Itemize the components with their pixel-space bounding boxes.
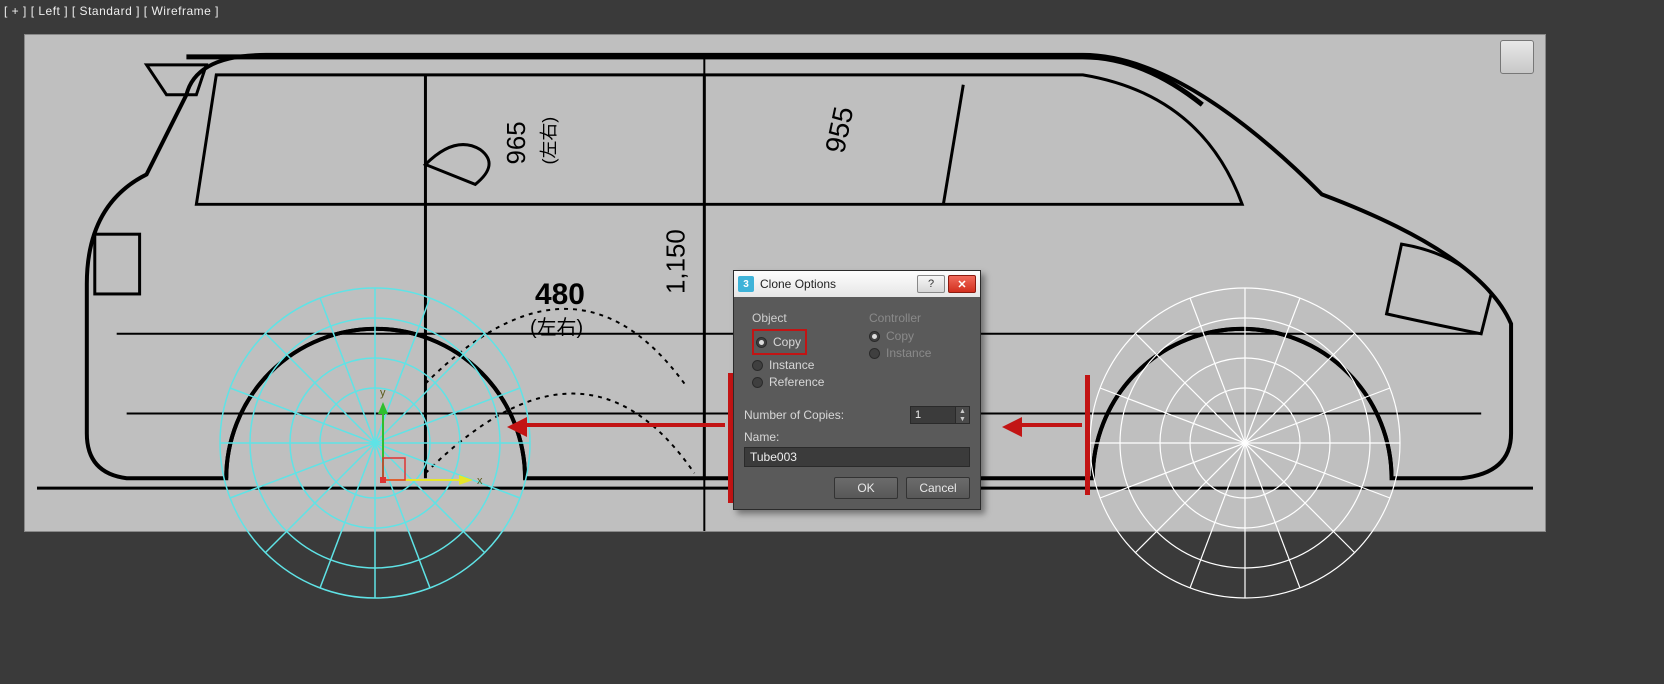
dim-480-sub: (左右) <box>530 316 583 339</box>
guide-bar-right <box>1085 375 1090 495</box>
viewport-menu-plus[interactable]: [ + ] <box>4 4 27 18</box>
radio-reference[interactable]: Reference <box>752 375 845 389</box>
dim-955: 955 <box>819 104 859 156</box>
spinner-up-icon[interactable]: ▲ <box>955 407 969 415</box>
radio-copy[interactable]: Copy <box>756 335 801 349</box>
ok-button[interactable]: OK <box>834 477 898 499</box>
ok-label: OK <box>857 481 874 495</box>
radio-dot-icon <box>756 337 767 348</box>
help-button[interactable]: ? <box>917 275 945 293</box>
spinner-down-icon[interactable]: ▼ <box>955 415 969 423</box>
svg-text:y: y <box>380 390 386 399</box>
radio-dot-icon <box>752 377 763 388</box>
num-copies-label: Number of Copies: <box>744 408 844 422</box>
wheel-wireframe[interactable] <box>1085 283 1405 603</box>
viewport-menu-view[interactable]: [ Left ] <box>31 4 68 18</box>
radio-instance-label: Instance <box>769 358 814 372</box>
dialog-title: Clone Options <box>760 277 836 291</box>
guide-arrow-left <box>515 423 725 427</box>
object-group: Object Copy Instance Reference <box>744 305 853 400</box>
clone-options-dialog: 3 Clone Options ? ✕ Object Copy Instance <box>733 270 981 510</box>
radio-dot-icon <box>869 331 880 342</box>
radio-copy-label: Copy <box>773 335 801 349</box>
svg-text:x: x <box>477 475 483 487</box>
name-input[interactable] <box>744 447 970 467</box>
radio-ctrl-instance-label: Instance <box>886 346 931 360</box>
viewport-menu-shading-mode[interactable]: [ Standard ] <box>72 4 140 18</box>
close-button[interactable]: ✕ <box>948 275 976 293</box>
controller-group: Controller Copy Instance <box>861 305 970 400</box>
dialog-titlebar[interactable]: 3 Clone Options ? ✕ <box>734 271 980 297</box>
help-icon: ? <box>928 278 934 290</box>
dim-965-sub: (左右) <box>539 117 559 165</box>
move-gizmo[interactable]: y x <box>373 390 513 530</box>
radio-dot-icon <box>869 348 880 359</box>
dim-480: 480 <box>535 278 585 311</box>
close-icon: ✕ <box>957 278 966 291</box>
num-copies-spinner[interactable]: 1 ▲ ▼ <box>910 406 970 424</box>
dim-965: 965 <box>503 121 531 164</box>
radio-reference-label: Reference <box>769 375 824 389</box>
num-copies-value: 1 <box>911 409 955 421</box>
radio-ctrl-copy-label: Copy <box>886 329 914 343</box>
controller-group-label: Controller <box>869 311 962 325</box>
viewcube[interactable] <box>1500 40 1534 74</box>
viewport-menu-display[interactable]: [ Wireframe ] <box>144 4 219 18</box>
name-label: Name: <box>744 430 970 444</box>
radio-ctrl-instance: Instance <box>869 346 962 360</box>
radio-dot-icon <box>752 360 763 371</box>
cancel-button[interactable]: Cancel <box>906 477 970 499</box>
copy-highlight: Copy <box>752 329 807 355</box>
cancel-label: Cancel <box>919 481 956 495</box>
radio-instance[interactable]: Instance <box>752 358 845 372</box>
radio-ctrl-copy: Copy <box>869 329 962 343</box>
guide-arrow-right <box>1010 423 1082 427</box>
object-group-label: Object <box>752 311 845 325</box>
dim-1150: 1,150 <box>662 229 690 294</box>
viewport-label[interactable]: [ + ] [ Left ] [ Standard ] [ Wireframe … <box>4 4 219 18</box>
app-icon: 3 <box>738 276 754 292</box>
